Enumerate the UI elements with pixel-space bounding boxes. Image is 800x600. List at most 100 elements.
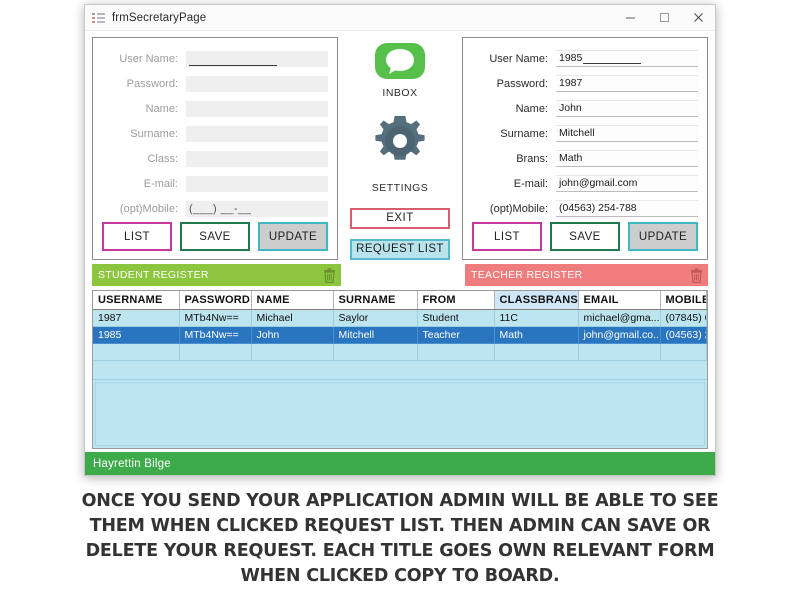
cell-username: 1985 (93, 326, 180, 344)
application-window: frmSecretaryPage User Name: Password: Na… (84, 4, 716, 476)
student-email-input[interactable] (186, 175, 328, 192)
teacher-username-input[interactable]: 1985 (556, 50, 698, 67)
field-row-password: Password: (102, 71, 328, 96)
cell-from: Student (417, 309, 495, 327)
teacher-save-button[interactable]: SAVE (550, 222, 620, 251)
caption-line-2: THEM WHEN CLICKED REQUEST LIST. THEN ADM… (89, 516, 711, 536)
student-surname-input[interactable] (186, 125, 328, 142)
cell-mobile (660, 343, 707, 361)
student-list-button[interactable]: LIST (102, 222, 172, 251)
student-update-button[interactable]: UPDATE (258, 222, 328, 251)
teacher-surname-input[interactable]: Mitchell (556, 125, 698, 142)
status-bar: Hayrettin Bilge (85, 452, 715, 475)
caption-line-3: DELETE YOUR REQUEST. EACH TITLE GOES OWN… (85, 541, 715, 561)
teacher-mobile-input[interactable]: (04563) 254-788 (556, 200, 698, 217)
trash-icon[interactable] (323, 267, 336, 283)
label-brans: Brans: (516, 152, 548, 165)
close-icon[interactable] (681, 5, 715, 30)
grid-empty-area (93, 379, 707, 448)
student-save-button[interactable]: SAVE (180, 222, 250, 251)
data-grid[interactable]: USERNAME PASSWORD NAME SURNAME FROM CLAS… (92, 290, 708, 449)
cell-name (251, 343, 334, 361)
field-row-username: User Name: (102, 46, 328, 71)
chat-bubble-icon[interactable] (375, 43, 425, 79)
label-class: Class: (147, 152, 178, 165)
field-row-name: Name: (102, 96, 328, 121)
window-controls (613, 5, 715, 30)
table-row[interactable] (93, 343, 707, 361)
form-icon (92, 11, 106, 25)
column-header-name[interactable]: NAME (251, 291, 334, 310)
label-username: User Name: (489, 52, 548, 65)
window-title: frmSecretaryPage (112, 11, 207, 24)
teacher-list-button[interactable]: LIST (472, 222, 542, 251)
maximize-icon[interactable] (647, 5, 681, 30)
cell-username (93, 343, 180, 361)
column-header-from[interactable]: FROM (417, 291, 495, 310)
teacher-brans-input[interactable]: Math (556, 150, 698, 167)
teacher-password-input[interactable]: 1987 (556, 75, 698, 92)
table-row[interactable]: 1985 MTb4Nw== John Mitchell Teacher Math… (93, 326, 707, 344)
column-header-username[interactable]: USERNAME (93, 291, 180, 310)
column-header-password[interactable]: PASSWORD (179, 291, 252, 310)
student-mobile-input[interactable]: (___) __-__ (186, 200, 328, 217)
student-register-bar[interactable]: STUDENT REGISTER (92, 264, 341, 286)
register-bars: STUDENT REGISTER TEACHER REGISTER (92, 264, 708, 287)
cell-username: 1987 (93, 309, 180, 327)
window-body: User Name: Password: Name: Surname: Clas… (85, 31, 715, 475)
teacher-email-input[interactable]: john@gmail.com (556, 175, 698, 192)
teacher-register-label: TEACHER REGISTER (471, 269, 583, 281)
label-password: Password: (126, 77, 178, 90)
student-form-panel: User Name: Password: Name: Surname: Clas… (92, 37, 338, 260)
field-row-class: Class: (102, 146, 328, 171)
status-bar-text: Hayrettin Bilge (93, 457, 171, 470)
student-class-input[interactable] (186, 150, 328, 167)
cell-mobile: (07845) 632-... (660, 309, 707, 327)
trash-icon[interactable] (690, 267, 703, 283)
field-row-mobile: (opt)Mobile: (04563) 254-788 (472, 196, 698, 221)
column-header-mobile[interactable]: MOBILE (660, 291, 707, 310)
records-table: USERNAME PASSWORD NAME SURNAME FROM CLAS… (93, 291, 707, 361)
student-register-label: STUDENT REGISTER (98, 269, 209, 281)
column-header-classbrans[interactable]: CLASSBRANS (494, 291, 579, 310)
label-email: E-mail: (143, 177, 178, 190)
inbox-label: INBOX (382, 86, 418, 99)
cell-email (578, 343, 661, 361)
teacher-register-bar[interactable]: TEACHER REGISTER (465, 264, 708, 286)
caption-line-1: ONCE YOU SEND YOUR APPLICATION ADMIN WIL… (81, 491, 719, 511)
gear-icon[interactable] (372, 113, 428, 174)
label-mobile: (opt)Mobile: (119, 202, 178, 215)
cell-password (179, 343, 252, 361)
exit-button[interactable]: EXIT (350, 207, 450, 229)
field-row-email: E-mail: (102, 171, 328, 196)
student-name-input[interactable] (186, 100, 328, 117)
column-header-surname[interactable]: SURNAME (333, 291, 418, 310)
field-row-username: User Name: 1985 (472, 46, 698, 71)
label-email: E-mail: (513, 177, 548, 190)
cell-surname (333, 343, 418, 361)
cell-name: John (251, 326, 334, 344)
field-row-mobile: (opt)Mobile: (___) __-__ (102, 196, 328, 221)
cell-classbrans: 11C (494, 309, 579, 327)
student-password-input[interactable] (186, 75, 328, 92)
caption-text: ONCE YOU SEND YOUR APPLICATION ADMIN WIL… (30, 489, 770, 589)
screenshot-root: frmSecretaryPage User Name: Password: Na… (0, 0, 800, 600)
teacher-name-input[interactable]: John (556, 100, 698, 117)
cell-password: MTb4Nw== (179, 309, 252, 327)
field-row-surname: Surname: (102, 121, 328, 146)
field-row-surname: Surname: Mitchell (472, 121, 698, 146)
cell-surname: Mitchell (333, 326, 418, 344)
student-form-buttons: LIST SAVE UPDATE (102, 222, 328, 251)
cell-mobile: (04563) 254-... (660, 326, 707, 344)
settings-label: SETTINGS (371, 181, 429, 194)
cell-name: Michael (251, 309, 334, 327)
column-header-email[interactable]: EMAIL (578, 291, 661, 310)
teacher-update-button[interactable]: UPDATE (628, 222, 698, 251)
request-list-button[interactable]: REQUEST LIST (350, 238, 450, 260)
label-surname: Surname: (130, 127, 178, 140)
cell-classbrans: Math (494, 326, 579, 344)
student-username-input[interactable] (186, 50, 328, 67)
forms-area: User Name: Password: Name: Surname: Clas… (92, 37, 708, 260)
minimize-icon[interactable] (613, 5, 647, 30)
table-row[interactable]: 1987 MTb4Nw== Michael Saylor Student 11C… (93, 309, 707, 327)
